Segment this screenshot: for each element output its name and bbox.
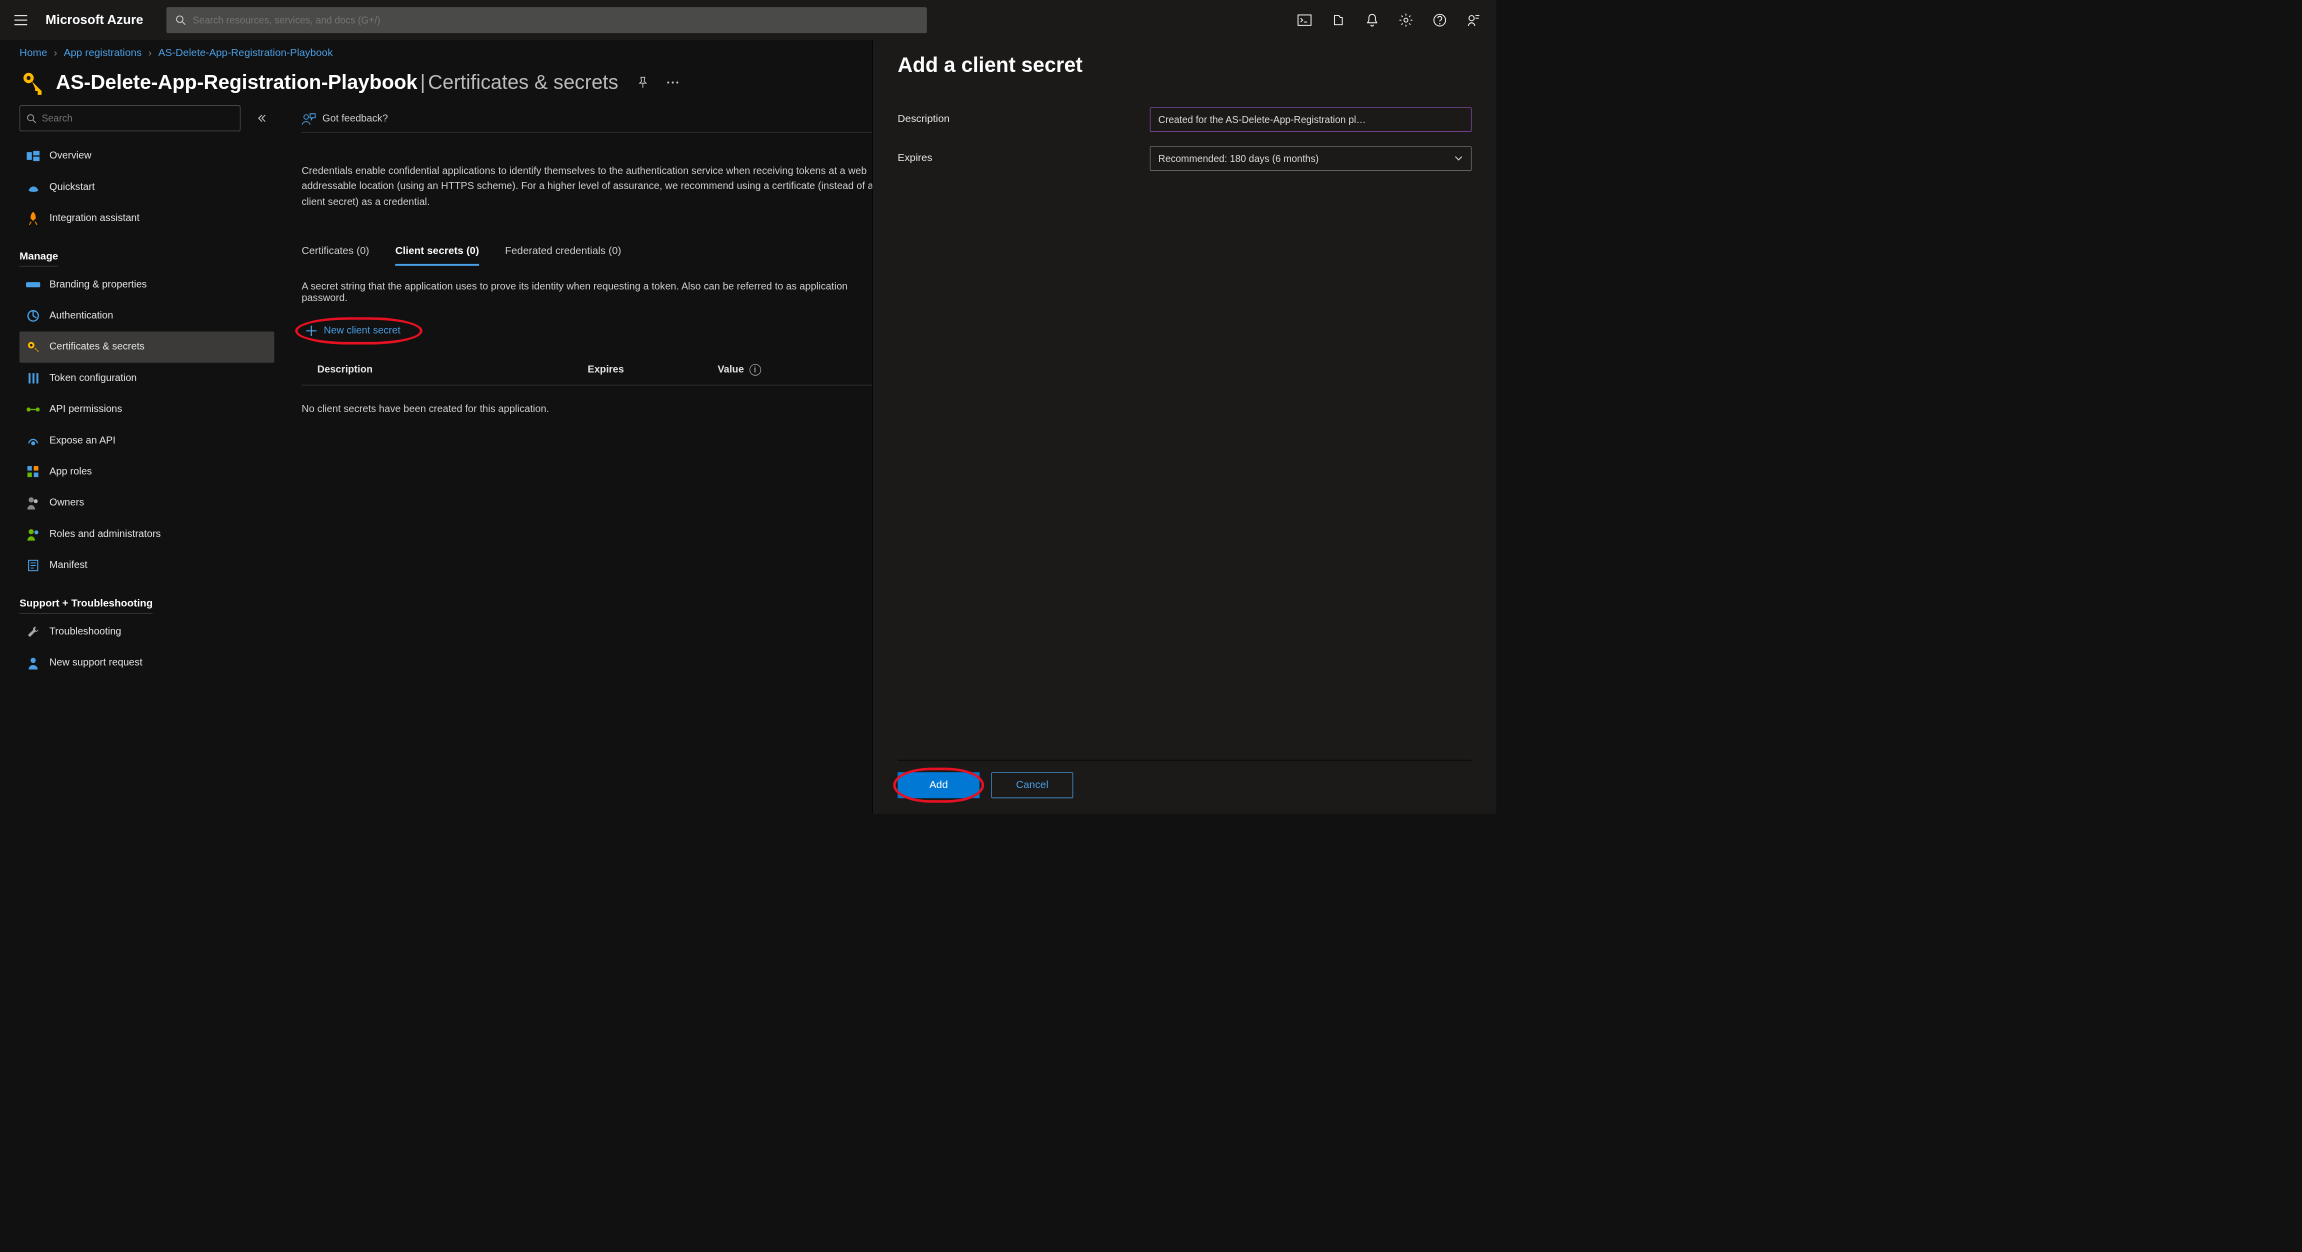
support-icon: [26, 656, 40, 670]
sidebar-search-input[interactable]: [42, 113, 234, 124]
key-icon: [26, 340, 40, 354]
hamburger-menu[interactable]: [8, 7, 34, 33]
sidebar-item-label: Quickstart: [49, 181, 94, 193]
overview-icon: [26, 149, 40, 163]
pin-button[interactable]: [633, 72, 654, 93]
sidebar-search[interactable]: [20, 105, 241, 131]
expose-icon: [26, 434, 40, 448]
description-input[interactable]: [1150, 107, 1472, 132]
sidebar-item-label: Manifest: [49, 560, 87, 572]
nav-group-support: Support + Troubleshooting: [20, 598, 275, 610]
sidebar-item-api-permissions[interactable]: API permissions: [20, 394, 275, 425]
sidebar-item-label: Branding & properties: [49, 279, 146, 291]
info-icon[interactable]: i: [749, 364, 761, 376]
sidebar-item-label: App roles: [49, 466, 92, 478]
new-client-secret-button[interactable]: New client secret: [302, 321, 416, 341]
expires-select[interactable]: Recommended: 180 days (6 months): [1150, 146, 1472, 171]
tab-certificates[interactable]: Certificates (0): [302, 246, 370, 266]
col-expires: Expires: [588, 364, 718, 376]
cloud-shell-icon[interactable]: [1290, 5, 1320, 35]
add-button[interactable]: Add: [898, 772, 980, 798]
add-client-secret-panel: Add a client secret Description Expires …: [872, 40, 1496, 814]
new-client-secret-label: New client secret: [324, 325, 401, 337]
crumb-current[interactable]: AS-Delete-App-Registration-Playbook: [158, 47, 333, 59]
sidebar-item-owners[interactable]: Owners: [20, 487, 275, 518]
roles-icon: [26, 465, 40, 479]
sidebar-item-label: Expose an API: [49, 435, 115, 447]
sidebar-item-roles-and-administrators[interactable]: Roles and administrators: [20, 519, 275, 550]
sidebar-item-troubleshooting[interactable]: Troubleshooting: [20, 616, 275, 647]
title-section: Certificates & secrets: [428, 71, 618, 94]
intro-text: Credentials enable confidential applicat…: [302, 164, 887, 209]
expires-label: Expires: [898, 153, 1150, 165]
search-icon: [27, 113, 37, 123]
plus-icon: [306, 325, 318, 337]
notifications-icon[interactable]: [1357, 5, 1387, 35]
rocket-icon: [26, 211, 40, 225]
brand-label: Microsoft Azure: [46, 13, 144, 28]
col-value: Value i: [718, 364, 822, 376]
crumb-apps[interactable]: App registrations: [64, 47, 142, 59]
tab-federated[interactable]: Federated credentials (0): [505, 246, 621, 266]
crumb-sep: ›: [54, 47, 57, 59]
sidebar-item-authentication[interactable]: Authentication: [20, 300, 275, 331]
page-title: AS-Delete-App-Registration-Playbook | Ce…: [56, 71, 618, 94]
manifest-icon: [26, 558, 40, 572]
sidebar-item-new-support-request[interactable]: New support request: [20, 647, 275, 678]
sidebar-item-expose-an-api[interactable]: Expose an API: [20, 425, 275, 456]
sidebar-item-label: Certificates & secrets: [49, 341, 144, 353]
global-search-input[interactable]: [193, 15, 918, 26]
search-icon: [176, 15, 186, 25]
api-icon: [26, 402, 40, 416]
quickstart-icon: [26, 180, 40, 194]
radmin-icon: [26, 527, 40, 541]
global-search[interactable]: [167, 7, 928, 33]
sidebar-item-overview[interactable]: Overview: [20, 140, 275, 171]
settings-icon[interactable]: [1391, 5, 1421, 35]
token-icon: [26, 371, 40, 385]
expires-value: Recommended: 180 days (6 months): [1158, 153, 1318, 164]
tab-description: A secret string that the application use…: [302, 281, 887, 304]
sidebar-item-label: Integration assistant: [49, 213, 139, 225]
sidebar-item-label: Owners: [49, 497, 84, 509]
directories-icon[interactable]: [1323, 5, 1353, 35]
crumb-home[interactable]: Home: [20, 47, 48, 59]
col-description: Description: [302, 364, 588, 376]
sidebar-item-manifest[interactable]: Manifest: [20, 550, 275, 581]
feedback-top-icon[interactable]: [1459, 5, 1489, 35]
person-feedback-icon: [302, 112, 316, 125]
sidebar-item-certificates-secrets[interactable]: Certificates & secrets: [20, 332, 275, 363]
crumb-sep: ›: [148, 47, 151, 59]
branding-icon: [26, 278, 40, 292]
title-app: AS-Delete-App-Registration-Playbook: [56, 71, 418, 94]
app-key-icon: [20, 69, 47, 96]
sidebar-item-label: Overview: [49, 150, 91, 162]
sidebar-item-label: Authentication: [49, 310, 113, 322]
chevron-down-icon: [1454, 155, 1463, 162]
owners-icon: [26, 496, 40, 510]
title-divider: |: [420, 71, 425, 94]
sidebar-item-quickstart[interactable]: Quickstart: [20, 172, 275, 203]
nav-group-manage: Manage: [20, 251, 275, 263]
sidebar-item-label: Troubleshooting: [49, 626, 121, 638]
tab-client-secrets[interactable]: Client secrets (0): [395, 246, 479, 266]
sidebar-item-token-configuration[interactable]: Token configuration: [20, 363, 275, 394]
collapse-sidebar-button[interactable]: [252, 109, 271, 128]
description-label: Description: [898, 114, 1150, 126]
sidebar-item-label: Token configuration: [49, 372, 136, 384]
sidebar-item-branding-properties[interactable]: Branding & properties: [20, 269, 275, 300]
auth-icon: [26, 309, 40, 323]
sidebar-item-app-roles[interactable]: App roles: [20, 456, 275, 487]
sidebar-item-label: API permissions: [49, 404, 122, 416]
more-button[interactable]: [663, 72, 684, 93]
feedback-label: Got feedback?: [322, 113, 388, 125]
help-icon[interactable]: [1425, 5, 1455, 35]
wrench-icon: [26, 625, 40, 639]
panel-title: Add a client secret: [898, 53, 1472, 77]
sidebar-item-label: New support request: [49, 657, 142, 669]
cancel-button[interactable]: Cancel: [991, 772, 1073, 798]
sidebar-item-label: Roles and administrators: [49, 528, 160, 540]
sidebar-item-integration-assistant[interactable]: Integration assistant: [20, 203, 275, 234]
